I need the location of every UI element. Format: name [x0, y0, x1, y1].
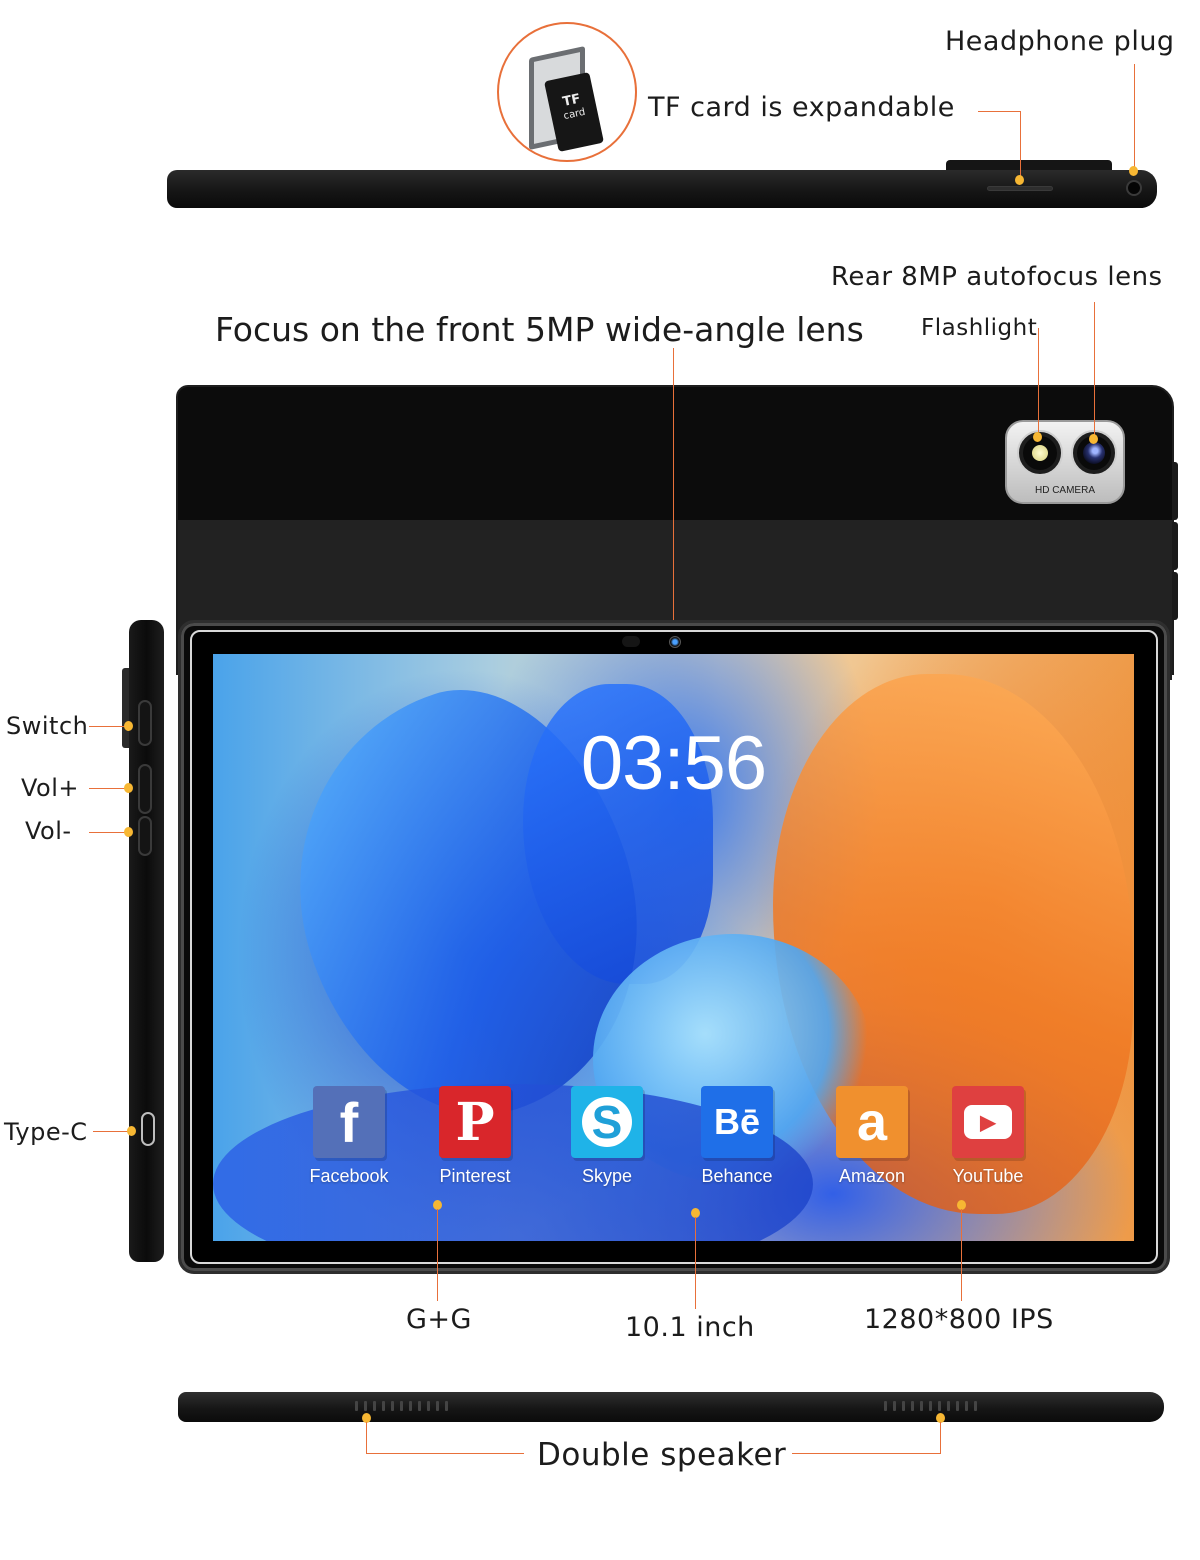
- label-vol-up: Vol+: [21, 774, 80, 802]
- back-side-button-3: [1172, 572, 1178, 620]
- callout-line-tf-h: [978, 111, 1021, 112]
- callout-line-resolution: [961, 1209, 962, 1301]
- label-rear-lens: Rear 8MP autofocus lens: [831, 262, 1163, 292]
- rear-camera-module: HD CAMERA: [1005, 420, 1125, 504]
- tf-card-slot: [987, 186, 1053, 191]
- back-side-button-1: [1172, 462, 1178, 520]
- power-switch-button: [138, 700, 152, 746]
- light-sensor: [622, 636, 640, 647]
- label-tf-card: TF card is expandable: [648, 92, 955, 123]
- label-switch: Switch: [6, 712, 89, 740]
- app-label: Amazon: [838, 1166, 906, 1186]
- callout-dot-vol-up: [124, 783, 133, 793]
- behance-icon: Bē: [701, 1086, 773, 1158]
- callout-line-speaker-left-h: [366, 1453, 524, 1454]
- usb-type-c-port: [141, 1112, 155, 1146]
- label-vol-down: Vol-: [25, 817, 72, 845]
- app-youtube[interactable]: ▶ YouTube: [948, 1086, 1028, 1187]
- callout-dot-type-c: [127, 1126, 136, 1136]
- label-double-speaker: Double speaker: [537, 1437, 787, 1473]
- callout-dot-tf: [1015, 175, 1024, 185]
- callout-line-type-c: [93, 1131, 129, 1132]
- callout-line-glass: [437, 1209, 438, 1301]
- label-headphone-plug: Headphone plug: [945, 26, 1175, 57]
- callout-line-vol-up: [89, 788, 127, 789]
- app-skype[interactable]: S Skype: [567, 1086, 647, 1187]
- label-glass: G+G: [406, 1304, 472, 1335]
- callout-dot-rear-lens: [1089, 434, 1098, 444]
- app-label: Behance: [701, 1166, 773, 1186]
- callout-line-speaker-left-v: [366, 1422, 367, 1454]
- app-pinterest[interactable]: P Pinterest: [435, 1086, 515, 1187]
- callout-dot-headphone: [1129, 166, 1138, 176]
- app-facebook[interactable]: f Facebook: [309, 1086, 389, 1187]
- app-label: Pinterest: [439, 1166, 511, 1186]
- app-amazon[interactable]: a Amazon: [832, 1086, 912, 1187]
- skype-glyph: S: [582, 1096, 632, 1148]
- youtube-play-glyph: ▶: [964, 1105, 1012, 1139]
- label-screen-size: 10.1 inch: [625, 1312, 755, 1343]
- app-label: Skype: [581, 1166, 633, 1186]
- callout-line-speaker-right-v: [940, 1422, 941, 1454]
- lockscreen-clock: 03:56: [580, 721, 767, 806]
- callout-line-screen-size: [695, 1217, 696, 1309]
- label-type-c: Type-C: [4, 1118, 88, 1146]
- volume-up-button: [138, 764, 152, 814]
- tf-card-callout-circle: TF card: [497, 22, 637, 162]
- tablet-bottom-edge: [178, 1392, 1164, 1422]
- label-resolution: 1280*800 IPS: [864, 1304, 1054, 1335]
- skype-icon: S: [571, 1086, 643, 1158]
- tf-card-subtext: card: [562, 106, 587, 123]
- callout-line-vol-down: [89, 832, 127, 833]
- callout-line-tf-v: [1020, 111, 1021, 176]
- youtube-icon: ▶: [952, 1086, 1024, 1158]
- amazon-icon: a: [836, 1086, 908, 1158]
- label-flashlight: Flashlight: [921, 315, 1038, 341]
- callout-line-switch: [89, 726, 127, 727]
- callout-line-flashlight: [1038, 328, 1039, 432]
- label-front-lens: Focus on the front 5MP wide-angle lens: [215, 310, 864, 349]
- headphone-jack: [1126, 180, 1142, 196]
- app-label: YouTube: [952, 1166, 1024, 1186]
- callout-line-headphone: [1134, 64, 1135, 170]
- facebook-icon: f: [313, 1086, 385, 1158]
- tablet-screen: 03:56 f Facebook P Pinterest S Skype Bē …: [213, 654, 1134, 1241]
- callout-line-rear-lens: [1094, 302, 1095, 436]
- volume-down-button: [138, 816, 152, 856]
- back-side-button-2: [1172, 522, 1178, 570]
- speaker-grille-right: [884, 1401, 977, 1411]
- app-behance[interactable]: Bē Behance: [697, 1086, 777, 1187]
- callout-dot-flashlight: [1033, 432, 1042, 442]
- callout-line-front-lens: [673, 348, 674, 628]
- callout-line-speaker-right-h: [792, 1453, 941, 1454]
- app-label: Facebook: [309, 1166, 389, 1186]
- pinterest-icon: P: [439, 1086, 511, 1158]
- callout-dot-vol-down: [124, 827, 133, 837]
- callout-dot-switch: [124, 721, 133, 731]
- front-camera-icon: [669, 636, 681, 648]
- camera-module-label: HD CAMERA: [1034, 485, 1095, 496]
- speaker-grille-left: [355, 1401, 448, 1411]
